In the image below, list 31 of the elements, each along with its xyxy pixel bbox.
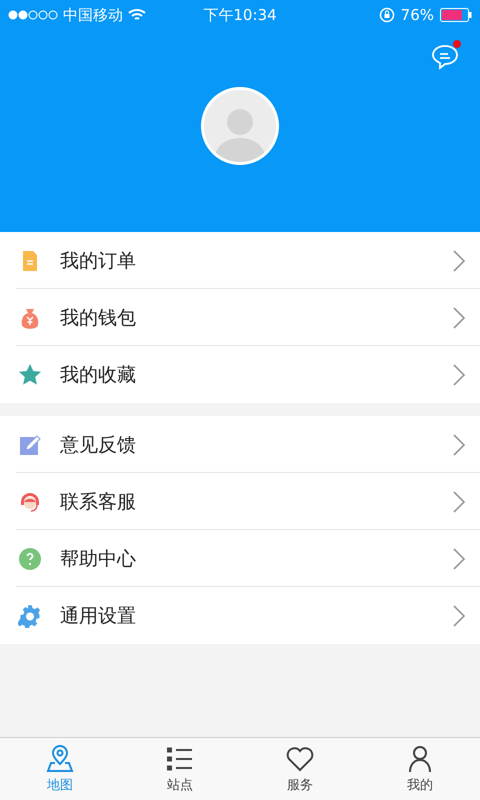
- menu-item[interactable]: 帮助中心: [0, 530, 480, 587]
- menu-item[interactable]: 联系客服: [0, 473, 480, 530]
- battery-icon: [440, 8, 472, 22]
- menu-item[interactable]: 我的钱包: [0, 289, 480, 346]
- signal-icon: [8, 10, 58, 20]
- chevron-right-icon: [452, 432, 466, 456]
- wifi-icon: [128, 8, 146, 22]
- chevron-right-icon: [452, 604, 466, 628]
- battery-percent: 76%: [400, 6, 434, 24]
- menu-item[interactable]: 通用设置: [0, 587, 480, 644]
- tab[interactable]: 我的: [360, 738, 480, 800]
- star-icon: [18, 362, 42, 386]
- location-pin-icon: [45, 744, 75, 774]
- chevron-right-icon: [452, 546, 466, 570]
- menu-item[interactable]: 意见反馈: [0, 416, 480, 473]
- chevron-right-icon: [452, 362, 466, 386]
- chevron-right-icon: [452, 306, 466, 330]
- carrier-name: 中国移动: [63, 6, 123, 24]
- tab[interactable]: 站点: [120, 738, 240, 800]
- rotation-lock-icon: [378, 7, 395, 23]
- message-button[interactable]: [430, 42, 460, 72]
- question-icon: [18, 546, 42, 570]
- menu-item[interactable]: 我的收藏: [0, 346, 480, 403]
- settings-icon: [18, 604, 42, 628]
- chevron-right-icon: [452, 248, 466, 272]
- tab[interactable]: 服务: [240, 738, 360, 800]
- status-time: 下午10:34: [203, 6, 277, 24]
- chevron-right-icon: [452, 490, 466, 514]
- heart-icon: [285, 744, 315, 774]
- pencil-icon: [18, 432, 42, 456]
- menu-item[interactable]: 我的订单: [0, 232, 480, 289]
